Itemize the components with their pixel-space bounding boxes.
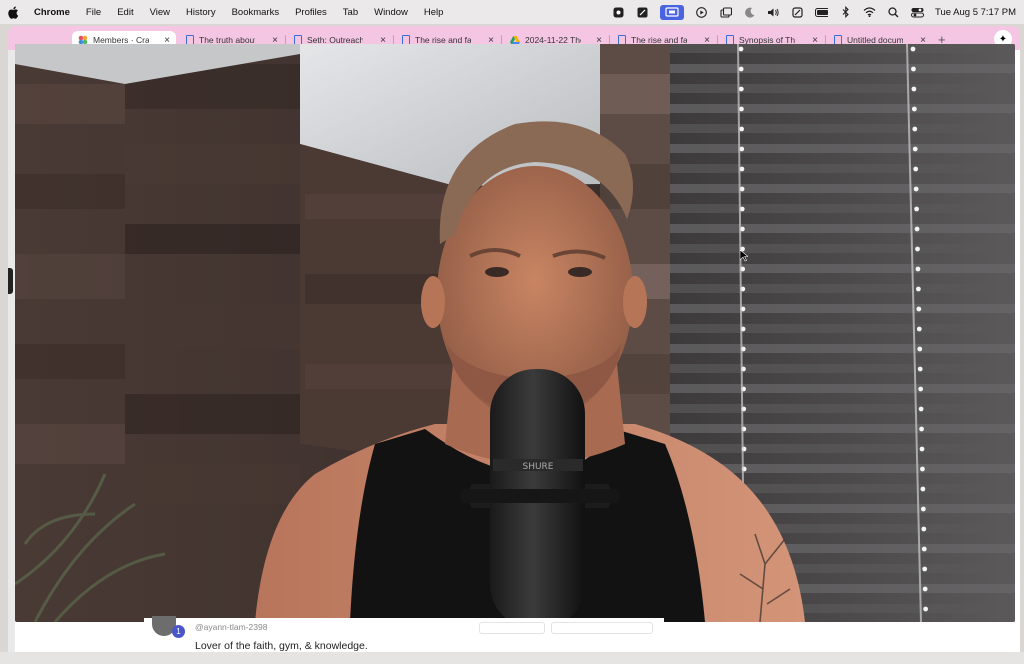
blind-cord-light (921, 526, 927, 532)
apple-menu-icon[interactable] (8, 5, 20, 19)
status-icons: Tue Aug 5 7:17 PM (612, 4, 1016, 20)
control-center-icon[interactable] (911, 6, 925, 18)
blind-cord-light (916, 286, 921, 292)
menu-help[interactable]: Help (424, 7, 444, 18)
blind-slat (670, 304, 1015, 313)
blind-cord-light (917, 346, 923, 352)
blind-slat (670, 324, 1015, 333)
blind-slat (670, 44, 1015, 53)
blind-cord-light (918, 406, 924, 412)
blind-cord-light (919, 426, 924, 432)
blind-cord-light (922, 566, 928, 572)
menu-app-name[interactable]: Chrome (34, 7, 70, 18)
blind-cord-light (738, 46, 744, 52)
sidebar-handle[interactable] (8, 268, 13, 294)
blind-cord-light (911, 106, 917, 112)
bluetooth-icon[interactable] (839, 6, 852, 18)
blind-slat (670, 224, 1015, 233)
blind-cord-light (921, 546, 927, 552)
blind-slat (670, 404, 1015, 413)
blind-cord-light (913, 186, 919, 192)
blind-slat (670, 164, 1015, 173)
blind-cord-light (918, 386, 924, 392)
blind-slat (670, 84, 1015, 93)
blind-cord-light (919, 446, 925, 452)
blind-cord-light (920, 506, 926, 512)
blind-cord-light (738, 86, 744, 92)
blind-slat (670, 184, 1015, 193)
play-icon[interactable] (695, 6, 708, 18)
member-bio: Lover of the faith, gym, & knowledge. (195, 640, 368, 652)
blind-slat (670, 444, 1015, 453)
menu-view[interactable]: View (150, 7, 170, 18)
blind-cord-light (911, 86, 917, 92)
member-handle: @ayann-tlam-2398 (195, 622, 268, 632)
screen-record-icon[interactable] (612, 6, 625, 18)
blind-cord-light (922, 586, 928, 592)
blind-slat (670, 64, 1015, 73)
profile-action-button[interactable] (551, 622, 653, 634)
svg-text:SHURE: SHURE (522, 462, 553, 472)
screen-share-icon[interactable] (660, 4, 685, 20)
blind-cord-light (911, 66, 916, 72)
blind-cord-light (914, 206, 919, 212)
bottom-edge (0, 652, 1024, 664)
blind-slat (670, 284, 1015, 293)
blind-slat (670, 124, 1015, 133)
menu-clock[interactable]: Tue Aug 5 7:17 PM (935, 7, 1016, 18)
blind-cord-light (738, 66, 744, 72)
blind-cord-light (917, 366, 923, 372)
menu-edit[interactable]: Edit (117, 7, 133, 18)
menu-history[interactable]: History (186, 7, 216, 18)
blind-cord-light (912, 146, 918, 152)
blind-slat (670, 244, 1015, 253)
menu-window[interactable]: Window (374, 7, 408, 18)
blind-slat (670, 204, 1015, 213)
blind-slat (670, 144, 1015, 153)
menu-file[interactable]: File (86, 7, 101, 18)
blind-cord-light (916, 306, 922, 312)
video-player[interactable]: SHURE (15, 44, 1015, 622)
menu-tab[interactable]: Tab (343, 7, 358, 18)
blind-cord-light (912, 126, 918, 132)
video-frame-image: SHURE (15, 44, 1015, 622)
stage-manager-icon[interactable] (791, 6, 804, 18)
blind-slat (670, 424, 1015, 433)
blind-cord-light (920, 486, 926, 492)
notification-badge: 1 (172, 625, 185, 638)
blind-slat (670, 364, 1015, 373)
profile-action-button[interactable] (479, 622, 545, 634)
search-icon[interactable] (887, 6, 900, 18)
blind-cord-light (739, 106, 744, 112)
blind-cord-light (914, 226, 920, 232)
blind-slat (670, 104, 1015, 113)
blind-cord-light (915, 266, 921, 272)
battery-icon (815, 6, 829, 18)
blind-cord-light (910, 46, 916, 52)
volume-icon[interactable] (767, 6, 780, 18)
moon-icon[interactable] (743, 6, 756, 18)
mouse-cursor-icon (740, 250, 748, 262)
member-profile-card[interactable]: 1 @ayann-tlam-2398 Lover of the faith, g… (144, 616, 664, 652)
menu-profiles[interactable]: Profiles (295, 7, 327, 18)
blind-cord-light (916, 326, 922, 332)
blind-slat (670, 264, 1015, 273)
blind-slat (670, 344, 1015, 353)
wifi-icon[interactable] (863, 6, 876, 18)
left-rail (8, 50, 15, 652)
blind-cord-light (920, 466, 925, 472)
blind-slat (670, 384, 1015, 393)
menu-bookmarks[interactable]: Bookmarks (232, 7, 280, 18)
window-switch-icon[interactable] (719, 6, 732, 18)
blind-cord-light (913, 166, 919, 172)
blind-cord-light (923, 606, 928, 612)
menu-bar: Chrome File Edit View History Bookmarks … (0, 0, 1024, 24)
notes-icon[interactable] (636, 6, 649, 18)
blind-cord-light (915, 246, 920, 252)
